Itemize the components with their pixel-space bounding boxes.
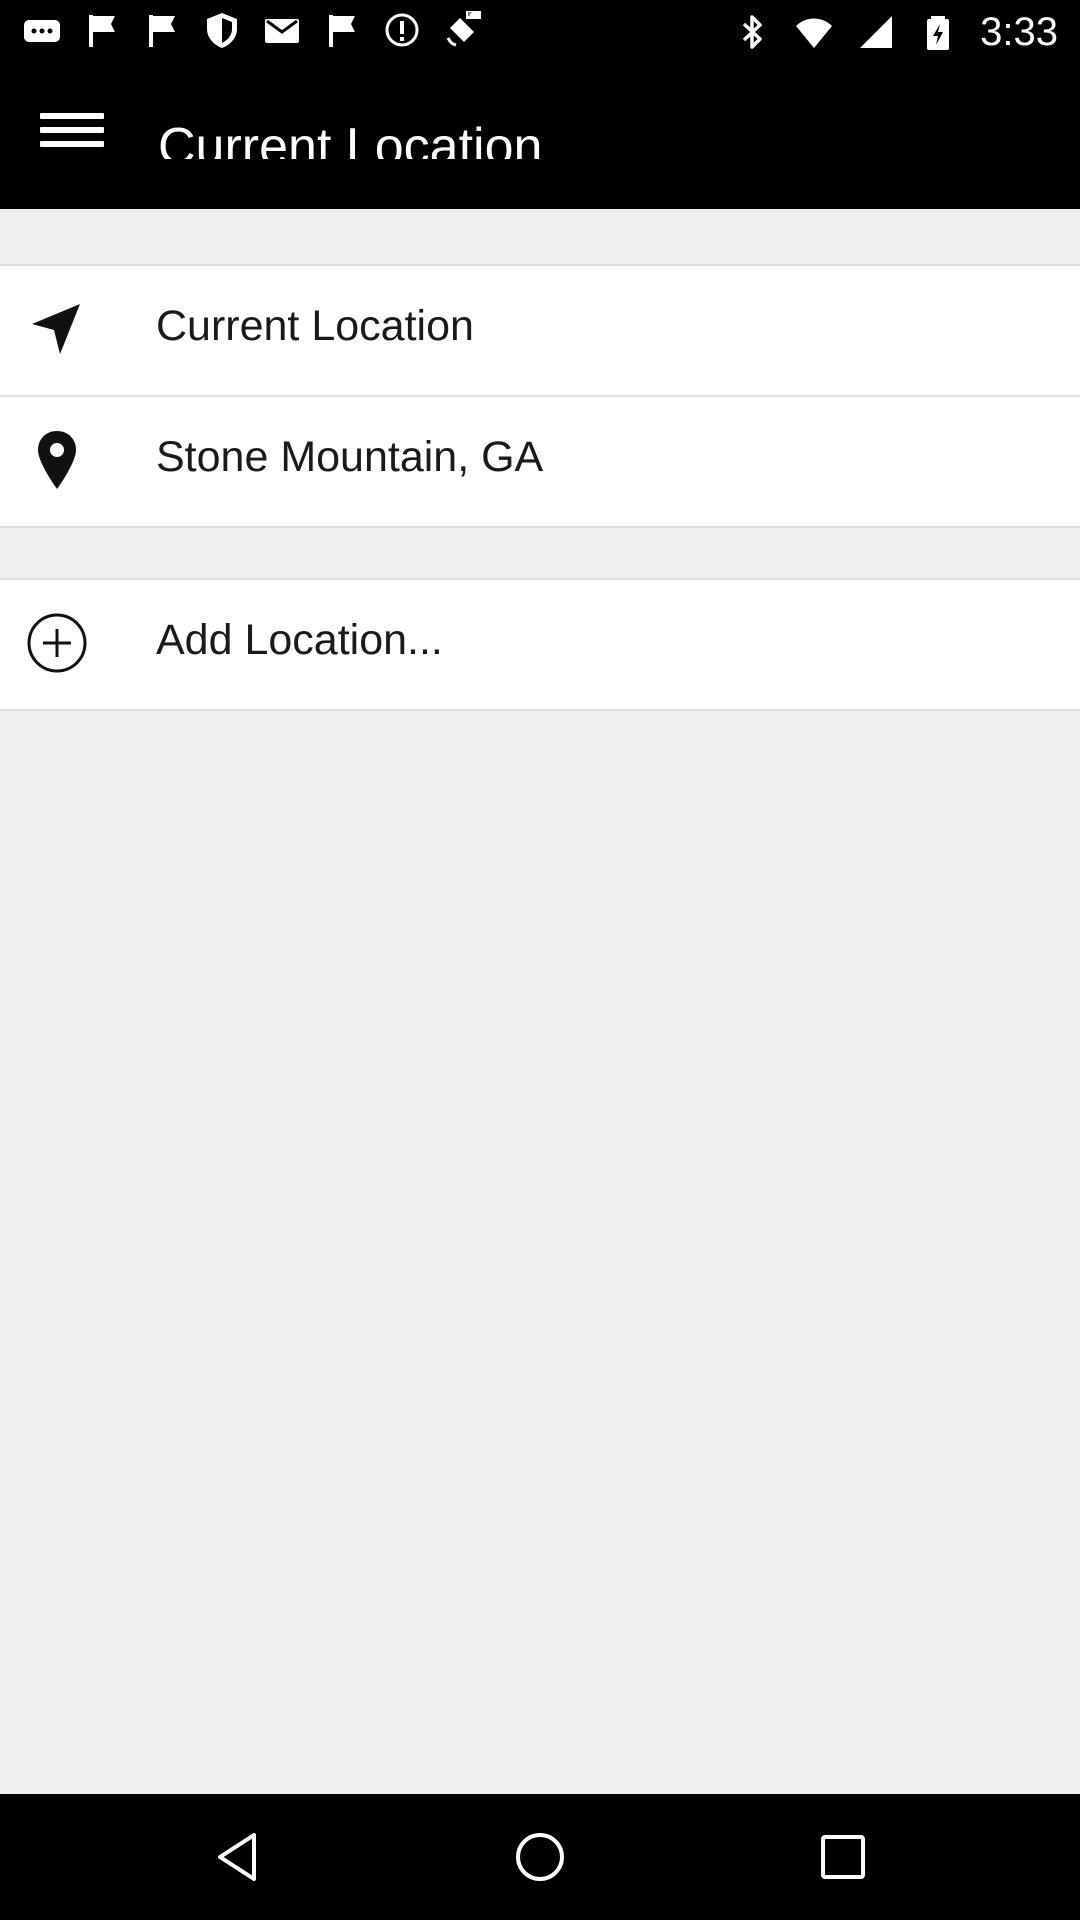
add-location-label: Add Location... bbox=[156, 616, 443, 664]
app-bar: Current Location bbox=[0, 63, 1080, 209]
status-system-icons: 3:33 bbox=[732, 8, 1058, 56]
battery-icon bbox=[918, 10, 958, 54]
shield-icon bbox=[202, 8, 242, 52]
flag-icon bbox=[142, 8, 182, 52]
home-icon[interactable] bbox=[512, 1829, 568, 1885]
app-title-container: Current Location bbox=[158, 109, 578, 159]
mail-icon bbox=[262, 8, 302, 52]
status-notification-icons bbox=[22, 8, 482, 52]
back-icon[interactable] bbox=[210, 1829, 266, 1885]
add-location-button[interactable]: Add Location... bbox=[0, 580, 1080, 709]
more-notifications-icon bbox=[22, 8, 62, 52]
navigation-arrow-icon bbox=[26, 298, 88, 360]
status-bar: 3:33 bbox=[0, 0, 1080, 63]
gps-fake-icon bbox=[442, 8, 482, 52]
location-label: Current Location bbox=[156, 302, 474, 350]
locations-list: Current Location Stone Mountain, GA bbox=[0, 264, 1080, 528]
wifi-icon bbox=[794, 10, 834, 54]
app-title: Current Location bbox=[158, 118, 543, 159]
flag-icon bbox=[82, 8, 122, 52]
status-time: 3:33 bbox=[980, 10, 1058, 54]
hamburger-menu-icon[interactable] bbox=[40, 113, 104, 161]
recents-icon[interactable] bbox=[815, 1829, 871, 1885]
location-label: Stone Mountain, GA bbox=[156, 433, 544, 481]
list-item-stone-mountain[interactable]: Stone Mountain, GA bbox=[0, 395, 1080, 526]
add-circle-icon bbox=[26, 612, 88, 674]
map-pin-icon bbox=[26, 429, 88, 491]
list-item-current-location[interactable]: Current Location bbox=[0, 266, 1080, 395]
bluetooth-icon bbox=[732, 10, 772, 54]
info-icon bbox=[382, 8, 422, 52]
signal-icon bbox=[856, 10, 896, 54]
navigation-bar bbox=[0, 1794, 1080, 1920]
add-location-list: Add Location... bbox=[0, 578, 1080, 711]
flag-icon bbox=[322, 8, 362, 52]
